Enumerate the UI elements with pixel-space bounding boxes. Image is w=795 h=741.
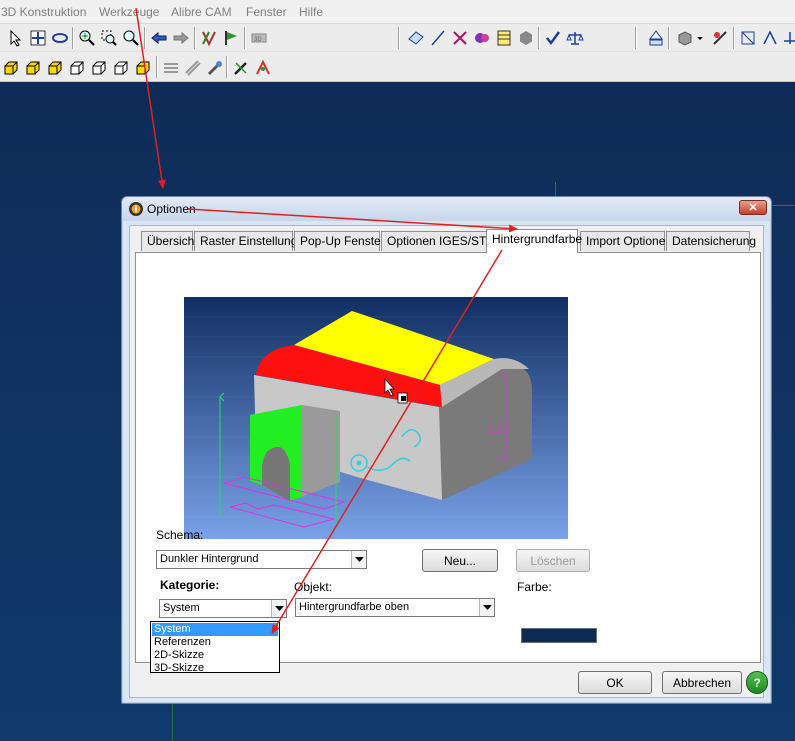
table-icon[interactable]: [494, 28, 514, 48]
help-icon[interactable]: ?: [746, 671, 768, 694]
kategorie-option-2d-skizze[interactable]: 2D-Skizze: [152, 649, 278, 662]
kategorie-value: System: [163, 602, 200, 614]
point-icon[interactable]: [450, 28, 470, 48]
close-button[interactable]: ✕: [739, 200, 767, 215]
view-cube-bottom-icon[interactable]: [67, 58, 87, 78]
pan-icon[interactable]: [28, 28, 48, 48]
app-logo-icon: [129, 202, 143, 216]
tab-raster-einstellung[interactable]: Raster Einstellung: [194, 231, 297, 251]
tab-optionen-iges-stl[interactable]: Optionen IGES/STL: [381, 231, 493, 251]
feature-tool-icon[interactable]: [199, 28, 219, 48]
toolbar-separator: [156, 56, 158, 78]
constraint-icon[interactable]: [738, 28, 758, 48]
view-cube-right-icon[interactable]: [111, 58, 131, 78]
redo-arrow-icon[interactable]: [171, 28, 191, 48]
toolbar-views: [0, 52, 795, 82]
preview-dimension-label: 5.0: [488, 422, 505, 436]
view-cube-icon[interactable]: [675, 28, 695, 48]
undo-arrow-icon[interactable]: [149, 28, 169, 48]
check-measure-icon[interactable]: [543, 28, 563, 48]
schema-label: Schema:: [156, 528, 204, 542]
balance-icon[interactable]: [565, 28, 585, 48]
3d-print-icon[interactable]: 3D: [249, 28, 269, 48]
flag-tool-icon[interactable]: [221, 28, 241, 48]
tab-pop-up-fenster[interactable]: Pop-Up Fenster: [294, 231, 385, 251]
tab-uebersicht[interactable]: Übersicht: [141, 231, 198, 251]
menu-hilfe[interactable]: Hilfe: [299, 5, 323, 19]
tab-import-optionen[interactable]: Import Optionen: [580, 231, 672, 251]
menu-werkzeuge[interactable]: Werkzeuge: [99, 5, 159, 19]
measure-icon[interactable]: [253, 58, 273, 78]
view-cube-iso-icon[interactable]: [133, 58, 153, 78]
kategorie-select[interactable]: System: [159, 599, 287, 618]
kategorie-option-system[interactable]: System: [152, 623, 278, 636]
rotate-icon[interactable]: [50, 28, 70, 48]
hexagon-icon[interactable]: [516, 28, 536, 48]
render-icon[interactable]: [710, 28, 730, 48]
toolbar-separator: [398, 27, 400, 49]
toolbar-separator: [244, 27, 246, 49]
assembly-icon[interactable]: [646, 28, 666, 48]
menu-fenster[interactable]: Fenster: [246, 5, 287, 19]
zoom-fit-icon[interactable]: [121, 28, 141, 48]
objekt-label: Objekt:: [294, 580, 333, 594]
dialog-title: Optionen: [147, 202, 196, 216]
new-schema-button[interactable]: Neu...: [422, 549, 498, 572]
toolbar-separator: [538, 27, 540, 49]
view-cube-front-icon[interactable]: [1, 58, 21, 78]
toolbar-separator: [668, 27, 670, 49]
tab-panel-hintergrundfarbe: 5.0 Schema: Dunkler Hintergrund Neu... L…: [135, 252, 761, 663]
objekt-select[interactable]: Hintergrundfarbe oben: [295, 598, 495, 617]
toolbar-separator: [144, 27, 146, 49]
dialog-titlebar[interactable]: Optionen ✕: [122, 197, 771, 221]
chevron-down-icon[interactable]: [271, 600, 286, 617]
kategorie-label: Kategorie:: [160, 578, 220, 592]
constraint-2-icon[interactable]: [760, 28, 780, 48]
tab-datensicherung[interactable]: Datensicherung: [666, 231, 756, 251]
toolbar-separator: [194, 27, 196, 49]
zoom-window-icon[interactable]: [99, 28, 119, 48]
kategorie-dropdown-list: System Referenzen 2D-Skizze 3D-Skizze: [150, 621, 280, 675]
axis-icon[interactable]: [428, 28, 448, 48]
menu-bar: 3D Konstruktion Werkzeuge Alibre CAM Fen…: [0, 0, 795, 24]
chevron-down-icon[interactable]: [351, 551, 366, 568]
view-cube-left-icon[interactable]: [89, 58, 109, 78]
background-preview: 5.0: [184, 297, 568, 539]
schema-value: Dunkler Hintergrund: [160, 553, 259, 565]
cancel-button[interactable]: Abbrechen: [662, 671, 742, 694]
view-cube-back-icon[interactable]: [23, 58, 43, 78]
kategorie-option-3d-skizze[interactable]: 3D-Skizze: [152, 662, 278, 675]
schema-select[interactable]: Dunkler Hintergrund: [156, 550, 367, 569]
canvas-axis-line: [770, 205, 795, 206]
ok-button[interactable]: OK: [578, 671, 652, 694]
constraint-3-icon[interactable]: [780, 28, 795, 48]
delete-schema-button[interactable]: Löschen: [516, 549, 590, 572]
svg-text:3D: 3D: [254, 37, 262, 43]
toolbar-separator: [733, 27, 735, 49]
select-arrow-icon[interactable]: [6, 28, 26, 48]
chevron-down-icon[interactable]: [694, 28, 706, 48]
menu-alibre-cam[interactable]: Alibre CAM: [171, 5, 232, 19]
toolbar-separator: [635, 27, 637, 49]
sketch-pencil-icon[interactable]: [231, 58, 251, 78]
toolbar-separator: [72, 27, 74, 49]
close-icon: ✕: [748, 202, 758, 214]
zoom-in-icon[interactable]: [77, 28, 97, 48]
toolbar-main: 3D: [0, 24, 795, 52]
plane-icon[interactable]: [406, 28, 426, 48]
canvas-axis-line: [172, 704, 173, 741]
objekt-value: Hintergrundfarbe oben: [299, 601, 410, 613]
farbe-color-swatch[interactable]: [521, 628, 597, 643]
shapes-icon[interactable]: [472, 28, 492, 48]
kategorie-option-referenzen[interactable]: Referenzen: [152, 636, 278, 649]
menu-3d-konstruktion[interactable]: 3D Konstruktion: [1, 5, 86, 19]
hatch-icon[interactable]: [183, 58, 203, 78]
farbe-label: Farbe:: [517, 580, 552, 594]
toolbar-separator: [226, 56, 228, 78]
section-icon[interactable]: [161, 58, 181, 78]
view-cube-top-icon[interactable]: [45, 58, 65, 78]
paint-icon[interactable]: [205, 58, 225, 78]
chevron-down-icon[interactable]: [479, 599, 494, 616]
tab-hintergrundfarbe[interactable]: Hintergrundfarbe: [486, 229, 582, 253]
